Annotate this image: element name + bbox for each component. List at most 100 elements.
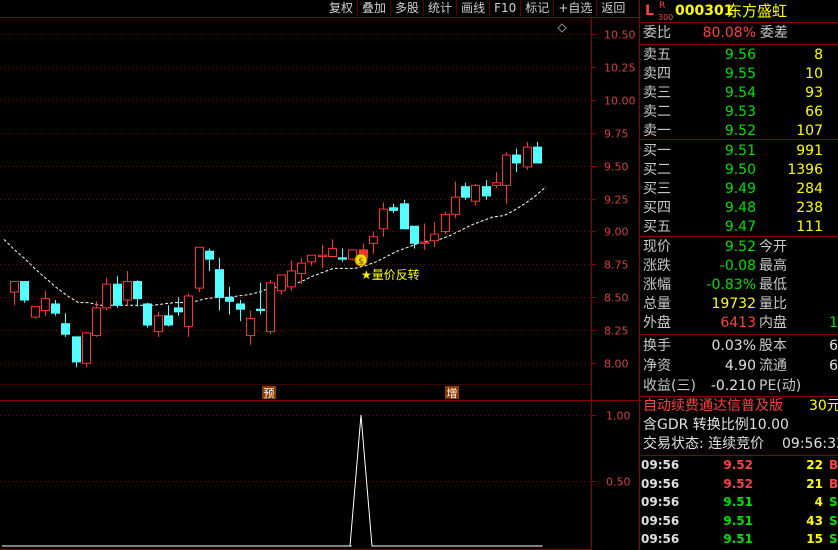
kline-chart[interactable]: 10.50 10.25 10.00 9.75 9.50 9.25 9.00 8.75 8.50 8… xyxy=(0,0,641,550)
candle[interactable] xyxy=(338,248,347,262)
stat-value-2: 6 xyxy=(829,338,838,354)
trade-volume: 15 xyxy=(806,532,823,546)
candle[interactable] xyxy=(102,277,111,311)
quote-value: -0.83% xyxy=(706,277,756,293)
trade-price: 9.52 xyxy=(723,458,753,472)
trade-status-row: 交易状态: 连续竞价 09:56:33 xyxy=(641,434,838,455)
bid-price: 9.47 xyxy=(724,219,756,235)
candle[interactable] xyxy=(20,281,29,303)
stat-value: 0.03% xyxy=(711,338,756,354)
candle[interactable] xyxy=(441,211,450,235)
candle[interactable] xyxy=(369,231,378,254)
candle-body xyxy=(318,254,327,258)
candle[interactable] xyxy=(41,290,50,316)
candle-body xyxy=(102,283,111,309)
candle[interactable] xyxy=(123,270,132,306)
candle-body xyxy=(154,315,163,333)
candle[interactable] xyxy=(512,148,521,173)
tick-trade-row: 09:56 9.51 4 S xyxy=(641,493,838,511)
candle[interactable] xyxy=(174,297,183,316)
candle[interactable] xyxy=(533,141,542,164)
candle[interactable] xyxy=(72,336,81,368)
candle[interactable] xyxy=(154,311,163,337)
candle-body xyxy=(492,182,501,186)
indicator-tick-label: 1.00 xyxy=(606,410,631,423)
candle[interactable] xyxy=(195,246,204,293)
candle[interactable] xyxy=(461,182,470,200)
candle[interactable] xyxy=(31,306,40,319)
candle[interactable] xyxy=(236,299,245,322)
ad-banner[interactable]: 自动续费通达信普及版 30元 xyxy=(641,396,838,417)
candle[interactable] xyxy=(205,248,214,271)
candle[interactable] xyxy=(328,239,337,258)
candle-body xyxy=(246,317,255,337)
candle[interactable] xyxy=(502,152,511,204)
candle-body xyxy=(420,241,429,244)
quote-row: 涨跌 -0.08 最高 xyxy=(641,256,838,277)
trade-side: S xyxy=(829,513,838,528)
bid-level-label: 买一 xyxy=(643,143,671,159)
stat-value: 4.90 xyxy=(724,358,756,374)
candle[interactable] xyxy=(400,199,409,230)
candle[interactable] xyxy=(82,331,91,368)
candle-body xyxy=(523,146,532,168)
candle[interactable] xyxy=(430,222,439,248)
candle-body xyxy=(41,298,50,312)
trade-price: 9.52 xyxy=(723,476,753,491)
candle-body xyxy=(482,186,491,197)
ask-level: 卖三 9.54 93 xyxy=(641,83,838,104)
candle-body xyxy=(533,146,542,164)
price-tick-label: 10.25 xyxy=(604,62,636,75)
candle-body xyxy=(410,225,419,244)
candle[interactable] xyxy=(256,282,265,315)
candle-body xyxy=(369,236,378,244)
candle[interactable] xyxy=(287,260,296,291)
candle[interactable] xyxy=(492,172,501,188)
indicator-line xyxy=(2,415,543,547)
candle[interactable] xyxy=(389,203,398,214)
price-tick-label: 9.75 xyxy=(604,128,629,141)
bid-level: 买二 9.50 1396 xyxy=(641,160,838,181)
price-tick-label: 10.50 xyxy=(604,29,636,42)
commission-label: 委比 xyxy=(643,25,671,41)
candle[interactable] xyxy=(10,281,19,306)
bid-volume: 111 xyxy=(796,219,823,235)
candle[interactable] xyxy=(113,276,122,308)
quote-label: 外盘 xyxy=(643,315,671,331)
quote-row: 现价 9.52 今开 xyxy=(641,237,838,258)
candle[interactable] xyxy=(225,286,234,315)
candle[interactable] xyxy=(277,274,286,295)
candle[interactable] xyxy=(215,257,224,311)
diamond-icon[interactable] xyxy=(557,23,567,33)
candle[interactable] xyxy=(266,280,275,335)
candle[interactable] xyxy=(420,223,429,250)
candle-body xyxy=(225,296,234,302)
candle[interactable] xyxy=(246,310,255,345)
candle[interactable] xyxy=(471,184,480,206)
candle-series xyxy=(10,141,542,368)
candle[interactable] xyxy=(92,301,101,337)
candle[interactable] xyxy=(61,313,70,337)
candle[interactable] xyxy=(143,302,152,328)
candle[interactable] xyxy=(523,141,532,170)
candle-body xyxy=(236,303,245,310)
tick-trade-row: 09:56 9.52 21 B xyxy=(641,475,838,493)
commission-row: 委比 80.08% 委差 xyxy=(641,23,838,44)
tick-trade-row: 09:56 9.52 22 B xyxy=(641,456,838,474)
candle[interactable] xyxy=(184,293,193,337)
candle[interactable] xyxy=(318,244,327,269)
candle-body xyxy=(164,315,173,326)
candle[interactable] xyxy=(133,280,142,307)
bid-level-label: 买四 xyxy=(643,200,671,216)
candle-body xyxy=(92,307,101,337)
candle[interactable] xyxy=(451,181,460,219)
candle-body xyxy=(72,336,81,363)
candle[interactable] xyxy=(482,180,491,200)
candle[interactable] xyxy=(51,299,60,316)
candle[interactable] xyxy=(164,305,173,327)
candle[interactable] xyxy=(410,225,419,249)
candle-body xyxy=(277,274,286,292)
stat-label: 净资 xyxy=(643,358,671,374)
commission-diff-label: 委差 xyxy=(760,25,788,41)
quote-row: 总量 19732 量比 xyxy=(641,294,838,315)
